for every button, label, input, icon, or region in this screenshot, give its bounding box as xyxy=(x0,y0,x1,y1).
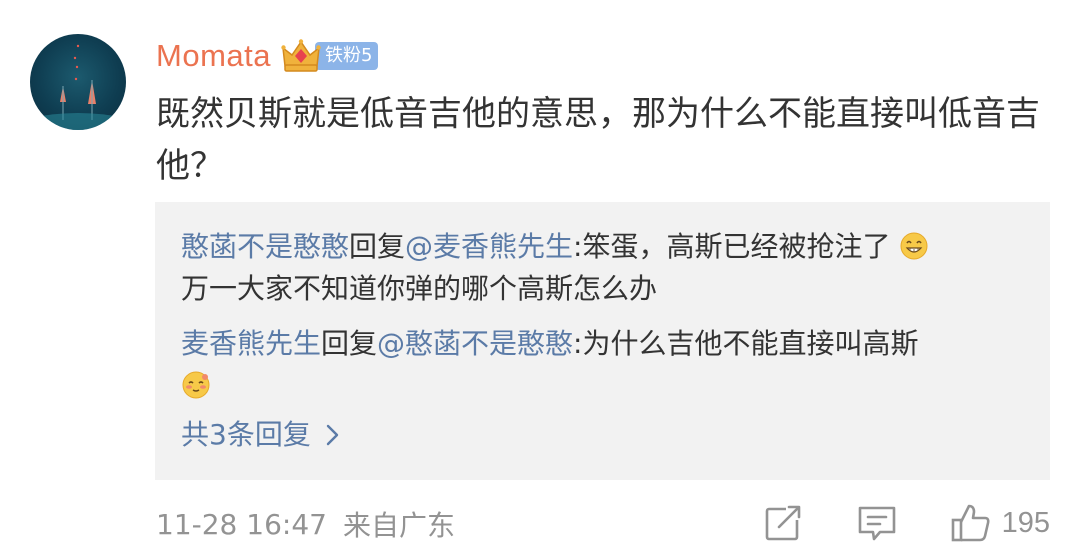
grin-emoji-icon xyxy=(900,232,928,260)
comment-text: 既然贝斯就是低音吉他的意思，那为什么不能直接叫低音吉他？ xyxy=(156,94,1040,186)
fan-level-label: 铁粉5 xyxy=(314,42,379,70)
thumbs-up-icon[interactable] xyxy=(950,502,992,544)
comment-icon[interactable] xyxy=(856,502,898,544)
reply-item[interactable]: 麦香熊先生回复@憨菡不是憨憨:为什么吉他不能直接叫高斯 xyxy=(181,323,1031,407)
comment-card: Momata 铁粉5 既然贝斯就是低音吉他的意思，那为什么不能直接叫低音吉他？ … xyxy=(0,0,1080,550)
shy-emoji-icon xyxy=(182,371,210,399)
reply-mention[interactable]: @憨菡不是憨憨 xyxy=(377,327,573,360)
reply-keyword: 回复 xyxy=(349,230,406,263)
reply-keyword: 回复 xyxy=(321,327,378,360)
crown-icon xyxy=(281,39,321,72)
replies-panel[interactable]: 憨菡不是憨憨回复@麦香熊先生:笨蛋，高斯已经被抢注了 万一大家不知道你弹的哪个高… xyxy=(155,202,1050,480)
reply-mention[interactable]: @麦香熊先生 xyxy=(405,230,573,263)
reply-author[interactable]: 憨菡不是憨憨 xyxy=(181,230,349,263)
reply-text: :笨蛋，高斯已经被抢注了 xyxy=(573,230,891,263)
comment-meta: 11-28 16:47 来自广东 xyxy=(156,502,455,546)
share-icon[interactable] xyxy=(762,502,804,544)
like-count: 195 xyxy=(1001,506,1050,539)
username[interactable]: Momata xyxy=(156,38,271,74)
reply-author[interactable]: 麦香熊先生 xyxy=(181,327,321,360)
reply-text-continued: 万一大家不知道你弹的哪个高斯怎么办 xyxy=(181,272,658,305)
comment-location: 来自广东 xyxy=(342,509,455,542)
reply-text: :为什么吉他不能直接叫高斯 xyxy=(573,327,919,360)
reply-item[interactable]: 憨菡不是憨憨回复@麦香熊先生:笨蛋，高斯已经被抢注了 万一大家不知道你弹的哪个高… xyxy=(181,226,1031,310)
comment-time: 11-28 16:47 xyxy=(156,507,327,541)
more-replies-link[interactable]: 共3条回复 xyxy=(181,414,341,456)
name-row: Momata 铁粉5 xyxy=(156,34,379,78)
avatar[interactable] xyxy=(30,34,126,130)
fan-badge[interactable]: 铁粉5 xyxy=(281,39,379,73)
chevron-right-icon xyxy=(326,424,339,446)
more-replies-label: 共3条回复 xyxy=(181,418,311,451)
comment-actions: 195 xyxy=(762,500,1050,546)
